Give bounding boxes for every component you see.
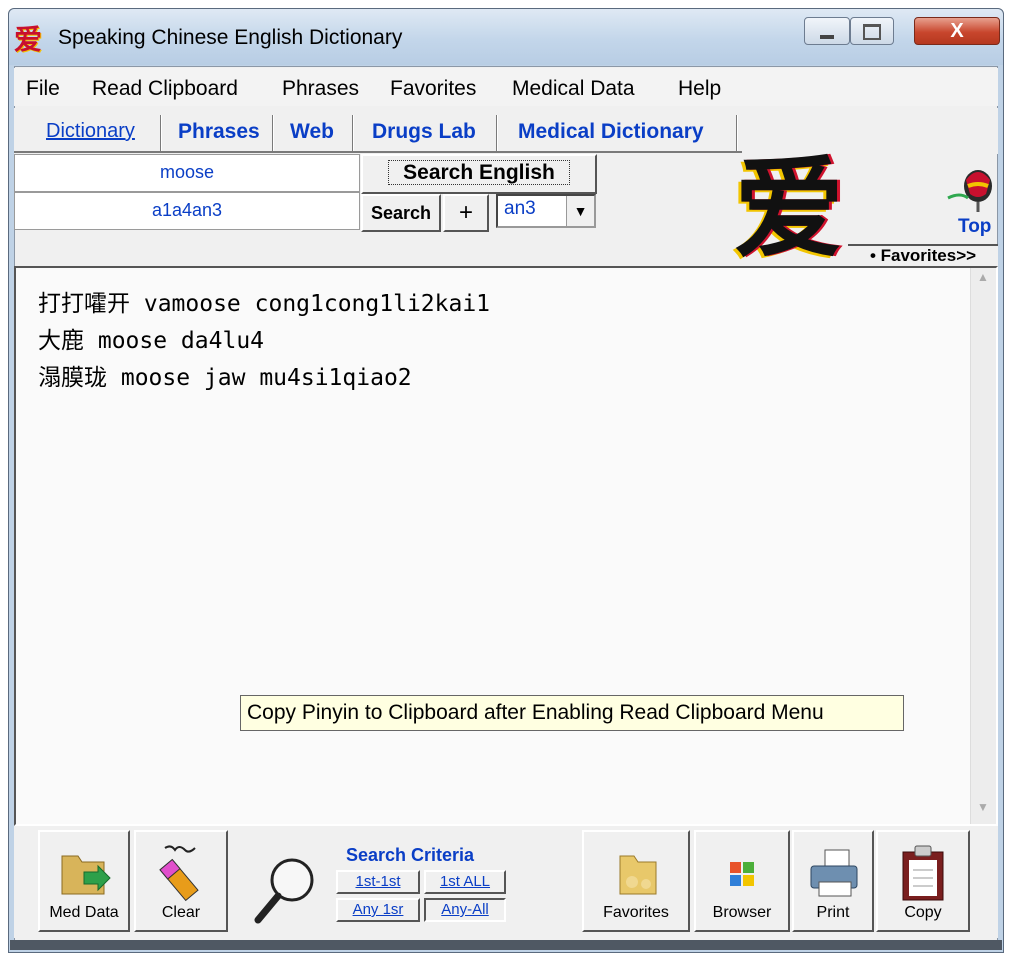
- tab-baseline: [14, 151, 742, 153]
- top-link[interactable]: Top: [958, 216, 991, 238]
- vertical-scrollbar[interactable]: [970, 268, 996, 824]
- criteria-1st-1st-button[interactable]: 1st-1st: [336, 870, 420, 894]
- plus-button[interactable]: +: [443, 194, 489, 232]
- close-button[interactable]: X: [914, 17, 1000, 45]
- favorites-label: Favorites: [603, 904, 669, 921]
- scroll-down-icon[interactable]: ▼: [972, 800, 994, 820]
- result-row[interactable]: 打打嚯开 vamoose cong1cong1li2kai1: [38, 286, 958, 323]
- search-button[interactable]: Search: [361, 194, 441, 232]
- pinyin-search-input[interactable]: a1a4an3: [14, 192, 360, 230]
- app-icon: 爱: [14, 23, 43, 56]
- med-data-button[interactable]: Med Data: [38, 830, 130, 932]
- chevron-down-icon[interactable]: ▼: [566, 196, 594, 226]
- favorites-button[interactable]: Favorites: [582, 830, 690, 932]
- menu-read-clipboard[interactable]: Read Clipboard: [92, 77, 238, 101]
- result-row[interactable]: 溻膜珑 moose jaw mu4si1qiao2: [38, 360, 958, 397]
- maximize-button[interactable]: [850, 17, 894, 45]
- bottom-border: [10, 940, 1002, 950]
- menu-favorites[interactable]: Favorites: [390, 77, 476, 101]
- search-criteria-title: Search Criteria: [346, 845, 475, 865]
- criteria-1st-all-button[interactable]: 1st ALL: [424, 870, 506, 894]
- tab-dictionary[interactable]: Dictionary: [46, 117, 135, 151]
- magnifier-icon[interactable]: [252, 850, 322, 930]
- tab-medical-dictionary[interactable]: Medical Dictionary: [518, 117, 704, 151]
- close-icon: X: [950, 20, 964, 42]
- tab-web[interactable]: Web: [290, 117, 334, 151]
- menu-file[interactable]: File: [26, 77, 60, 101]
- print-button[interactable]: Print: [792, 830, 874, 932]
- search-english-button[interactable]: Search English: [361, 154, 597, 194]
- minimize-icon: [820, 35, 834, 40]
- copy-label: Copy: [904, 904, 942, 921]
- minimize-button[interactable]: [804, 17, 850, 45]
- tab-divider: [272, 115, 274, 151]
- tab-divider: [496, 115, 498, 151]
- copy-button[interactable]: Copy: [876, 830, 970, 932]
- med-data-label: Med Data: [49, 904, 119, 921]
- criteria-any-1sr-button[interactable]: Any 1sr: [336, 898, 420, 922]
- maximize-icon: [863, 24, 881, 41]
- print-label: Print: [816, 904, 850, 921]
- clear-label: Clear: [161, 904, 201, 921]
- favorites-link[interactable]: • Favorites>>: [848, 244, 998, 266]
- tab-phrases[interactable]: Phrases: [178, 117, 260, 151]
- clear-button[interactable]: Clear: [134, 830, 228, 932]
- browser-button[interactable]: Browser: [694, 830, 790, 932]
- english-search-input[interactable]: moose: [14, 154, 360, 192]
- menu-phrases[interactable]: Phrases: [282, 77, 359, 101]
- spinning-top-icon[interactable]: [942, 154, 998, 216]
- menu-help[interactable]: Help: [678, 77, 721, 101]
- tooltip: Copy Pinyin to Clipboard after Enabling …: [240, 695, 904, 731]
- search-english-label: Search English: [388, 160, 570, 185]
- tab-drugs-lab[interactable]: Drugs Lab: [372, 117, 476, 151]
- result-list: 打打嚯开 vamoose cong1cong1li2kai1 大鹿 moose …: [38, 286, 958, 397]
- menu-medical-data[interactable]: Medical Data: [512, 77, 635, 101]
- result-row[interactable]: 大鹿 moose da4lu4: [38, 323, 958, 360]
- tone-select-value: an3: [504, 198, 536, 219]
- browser-label: Browser: [712, 904, 772, 921]
- criteria-any-all-button[interactable]: Any-All: [424, 898, 506, 922]
- scroll-up-icon[interactable]: ▲: [972, 270, 994, 290]
- ai-character-logo: 爱: [734, 145, 844, 273]
- window-title: Speaking Chinese English Dictionary: [58, 26, 403, 49]
- tab-divider: [352, 115, 354, 151]
- tab-divider: [160, 115, 162, 151]
